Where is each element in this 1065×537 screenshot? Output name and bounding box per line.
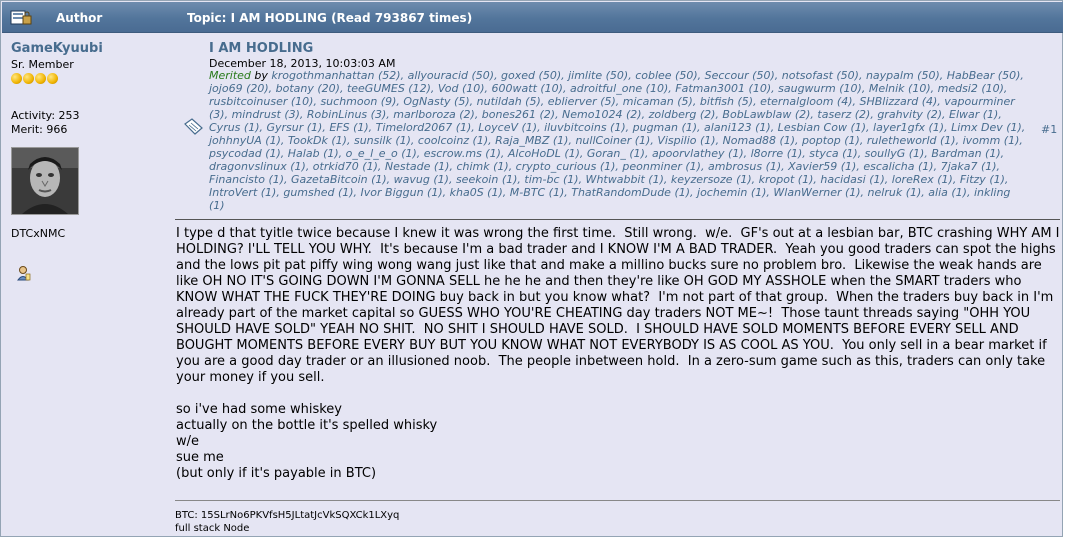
signature: BTC: 15SLrNo6PKVfsH5JLtatJcVkSQXCk1LXyq … xyxy=(175,509,399,535)
star-icon xyxy=(23,73,34,84)
quote-icon[interactable] xyxy=(182,118,204,136)
post-frame: Author Topic: I AM HODLING (Read 793867 … xyxy=(0,0,1063,537)
avatar xyxy=(11,147,79,215)
star-icon xyxy=(35,73,46,84)
star-icon xyxy=(11,73,22,84)
merited-by-text: by xyxy=(250,69,272,82)
post-title-link[interactable]: I AM HODLING xyxy=(209,41,313,56)
signature-tagline: full stack Node xyxy=(175,523,250,534)
author-column-label: Author xyxy=(56,11,103,25)
topic-title: Topic: I AM HODLING (Read 793867 times) xyxy=(187,11,473,25)
rank-stars xyxy=(11,73,181,87)
profile-icon[interactable] xyxy=(17,265,31,281)
post-body: I type d that tyitle twice because I kne… xyxy=(176,226,1060,481)
poster-rank: Sr. Member xyxy=(11,58,74,71)
star-icon xyxy=(47,73,58,84)
signature-btc-address: BTC: 15SLrNo6PKVfsH5JLtatJcVkSQXCk1LXyq xyxy=(175,510,400,521)
merited-label: Merited xyxy=(209,69,251,82)
poster-info: GameKyuubi Sr. Member Activity: 253 Meri… xyxy=(11,41,181,281)
post-number-link[interactable]: #1 xyxy=(1041,123,1057,136)
merit-list: Merited by krogothmanhattan (52), allyou… xyxy=(209,69,1029,212)
merit-names[interactable]: krogothmanhattan (52), allyouracid (50),… xyxy=(209,69,1025,212)
poster-merit: Merit: 966 xyxy=(11,123,68,136)
poster-activity: Activity: 253 xyxy=(11,109,80,122)
post-divider xyxy=(175,219,1060,220)
forum-author-icon xyxy=(10,10,32,25)
poster-name-link[interactable]: GameKyuubi xyxy=(11,41,181,56)
poster-personal-text: DTCxNMC xyxy=(11,227,66,240)
signature-divider xyxy=(175,500,1060,501)
post-header: Author Topic: I AM HODLING (Read 793867 … xyxy=(2,2,1063,33)
